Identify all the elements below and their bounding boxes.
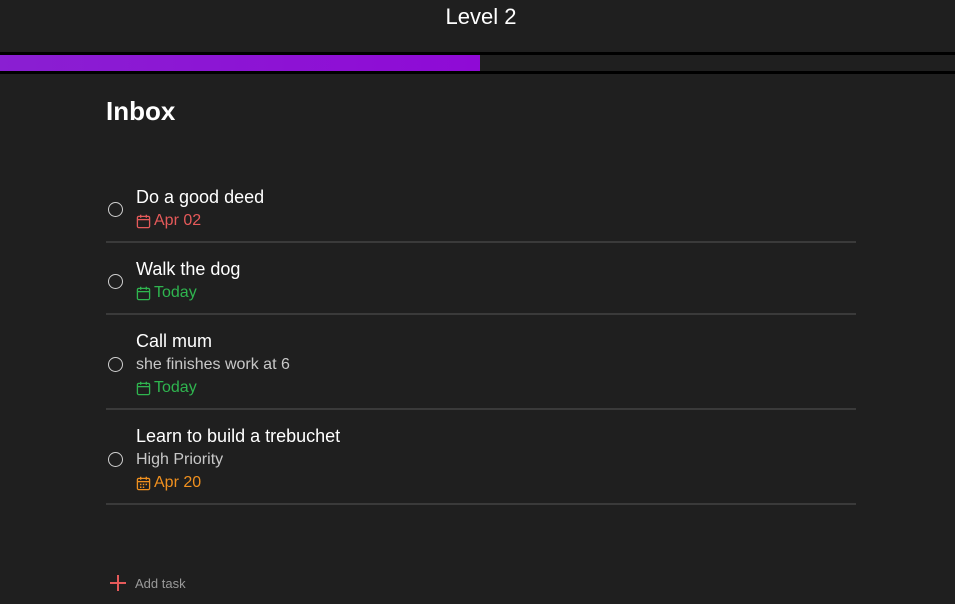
task-body: Call mum she finishes work at 6 Today [136, 330, 856, 398]
task-due-date: Apr 02 [136, 211, 856, 231]
page-title: Inbox [106, 96, 176, 126]
task-body: Walk the dog Today [136, 258, 856, 303]
task-due-date: Apr 20 [136, 473, 856, 493]
calendar-icon [136, 381, 151, 395]
task-item[interactable]: Learn to build a trebuchet High Priority… [106, 410, 856, 505]
task-body: Do a good deed Apr 02 [136, 186, 856, 231]
add-task-button[interactable]: Add task [106, 571, 186, 595]
task-complete-checkbox[interactable] [108, 273, 123, 289]
task-description: High Priority [136, 451, 224, 468]
task-due-date: Today [136, 378, 856, 398]
task-title: Call mum [136, 331, 213, 351]
task-due-label: Apr 20 [154, 474, 202, 491]
task-title: Learn to build a trebuchet [136, 426, 341, 446]
level-title: Level 2 [445, 4, 517, 29]
progress-track-inner [0, 55, 955, 71]
task-title: Walk the dog [136, 259, 241, 279]
task-description: she finishes work at 6 [136, 356, 290, 373]
task-due-label: Apr 02 [154, 212, 202, 229]
task-item[interactable]: Do a good deed Apr 02 [106, 171, 856, 243]
calendar-icon [136, 286, 151, 300]
task-body: Learn to build a trebuchet High Priority… [136, 425, 856, 493]
task-complete-checkbox[interactable] [108, 357, 123, 372]
task-due-label: Today [154, 284, 197, 301]
task-item[interactable]: Walk the dog Today [106, 243, 856, 315]
app-header: Level 2 [0, 0, 955, 52]
progress-fill [0, 55, 481, 71]
task-list: Do a good deed Apr 02 Walk the dog Today… [106, 171, 856, 505]
task-complete-checkbox[interactable] [108, 201, 123, 217]
task-due-date: Today [136, 283, 856, 303]
calendar-icon [136, 214, 151, 228]
task-complete-checkbox[interactable] [108, 452, 123, 467]
task-due-label: Today [154, 379, 197, 396]
plus-icon [106, 571, 130, 595]
task-item[interactable]: Call mum she finishes work at 6 Today [106, 315, 856, 410]
level-progress-bar [0, 52, 955, 74]
add-task-label: Add task [135, 575, 186, 591]
calendar-icon [136, 476, 151, 490]
task-title: Do a good deed [136, 187, 265, 207]
